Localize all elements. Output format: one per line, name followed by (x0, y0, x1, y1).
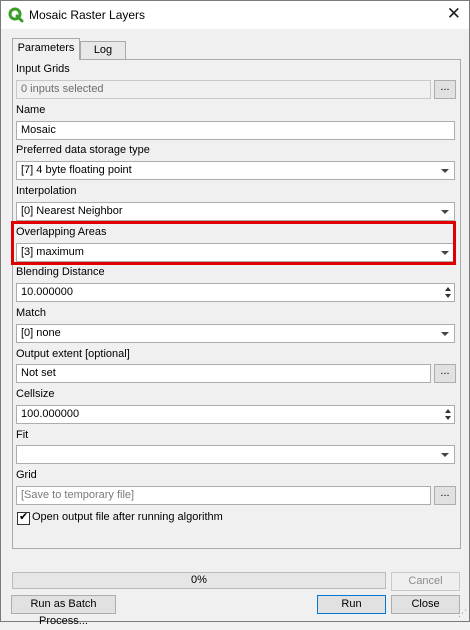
qgis-logo-icon (8, 7, 24, 23)
fit-label: Fit (16, 429, 29, 441)
grid-label: Grid (16, 469, 37, 481)
open-output-checkbox[interactable]: ✔ (17, 511, 30, 525)
fit-combo[interactable] (16, 445, 455, 464)
match-value: [0] none (21, 327, 61, 339)
window-title: Mosaic Raster Layers (29, 8, 146, 22)
overlapping-areas-label: Overlapping Areas (16, 226, 107, 238)
blending-distance-spinbox[interactable]: 10.000000 (16, 283, 455, 302)
match-label: Match (16, 307, 46, 319)
tab-parameters[interactable]: Parameters (12, 38, 80, 60)
grid-output-menu-button[interactable]: ... (434, 486, 456, 505)
open-output-label: Open output file after running algorithm (32, 511, 223, 523)
interpolation-combo[interactable]: [0] Nearest Neighbor (16, 202, 455, 221)
output-extent-menu-button[interactable]: ... (434, 364, 456, 383)
dialog-window: Mosaic Raster Layers ✕ Parameters Log In… (0, 0, 470, 627)
grid-output-input[interactable]: [Save to temporary file] (16, 486, 431, 505)
blending-distance-value: 10.000000 (21, 286, 73, 298)
cellsize-value: 100.000000 (21, 408, 80, 420)
chevron-down-icon (441, 453, 449, 457)
spin-down-icon[interactable] (445, 416, 451, 420)
interpolation-label: Interpolation (16, 185, 77, 197)
input-grids-browse-button[interactable]: ... (434, 80, 456, 99)
run-button[interactable]: Run (317, 595, 386, 614)
close-window-icon[interactable]: ✕ (447, 4, 461, 24)
storage-type-value: [7] 4 byte floating point (21, 164, 132, 176)
run-batch-button[interactable]: Run as Batch Process... (11, 595, 116, 627)
blending-distance-label: Blending Distance (16, 266, 105, 278)
chevron-down-icon (441, 332, 449, 336)
cellsize-spinbox[interactable]: 100.000000 (16, 405, 455, 424)
tab-log[interactable]: Log (80, 41, 126, 59)
chevron-down-icon (441, 169, 449, 173)
spin-up-icon[interactable] (445, 287, 451, 291)
chevron-down-icon (441, 210, 449, 214)
progress-bar: 0% (12, 572, 386, 589)
overlapping-areas-combo[interactable]: [3] maximum (16, 243, 455, 262)
name-label: Name (16, 104, 46, 116)
chevron-down-icon (441, 251, 449, 255)
checkmark-icon: ✔ (19, 511, 29, 523)
cellsize-label: Cellsize (16, 388, 55, 400)
spin-down-icon[interactable] (445, 294, 451, 298)
name-input[interactable]: Mosaic (16, 121, 455, 140)
input-grids-label: Input Grids (16, 63, 70, 75)
resize-grip-icon[interactable]: ⋰ (458, 608, 467, 619)
output-extent-input[interactable]: Not set (16, 364, 431, 383)
cancel-button[interactable]: Cancel (391, 572, 460, 591)
title-bar: Mosaic Raster Layers ✕ (1, 1, 469, 29)
interpolation-value: [0] Nearest Neighbor (21, 205, 123, 217)
storage-type-combo[interactable]: [7] 4 byte floating point (16, 161, 455, 180)
close-button[interactable]: Close (391, 595, 460, 614)
overlapping-areas-value: [3] maximum (21, 246, 84, 258)
input-grids-field[interactable]: 0 inputs selected (16, 80, 431, 99)
output-extent-label: Output extent [optional] (16, 348, 130, 360)
match-combo[interactable]: [0] none (16, 324, 455, 343)
spin-up-icon[interactable] (445, 409, 451, 413)
storage-type-label: Preferred data storage type (16, 144, 150, 156)
